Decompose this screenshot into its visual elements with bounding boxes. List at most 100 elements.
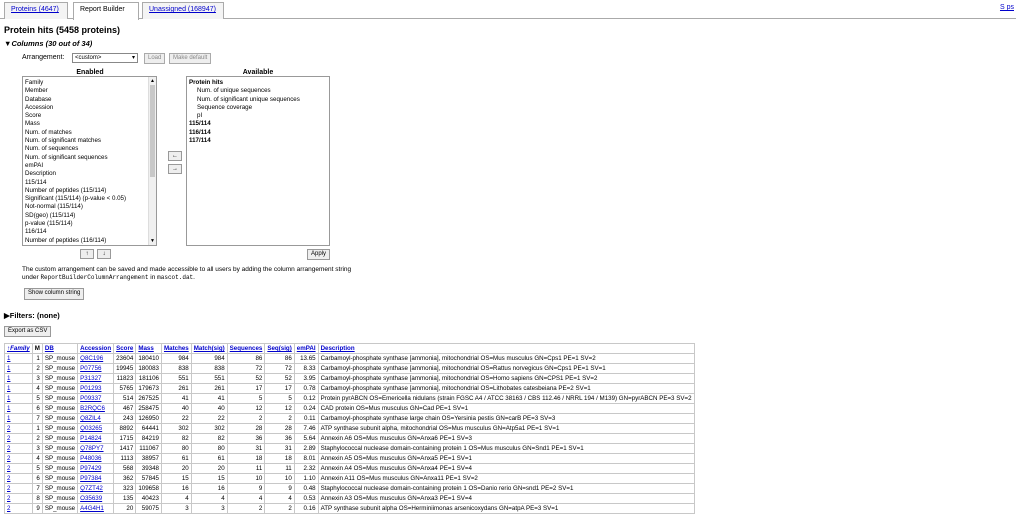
list-item[interactable]: Num. of sequences: [25, 145, 154, 153]
scroll-up-icon[interactable]: ▲: [149, 77, 156, 85]
enabled-columns-list[interactable]: Family Member Database Accession Score Mass Nu…: [22, 76, 157, 246]
cell-accession[interactable]: P09337: [77, 393, 115, 404]
list-item[interactable]: Number of peptides (116/114): [25, 237, 154, 245]
cell-accession[interactable]: Q8ZIL4: [77, 413, 115, 424]
col-header-matches[interactable]: Matches: [160, 343, 192, 354]
tab-unassigned[interactable]: Unassigned (168947): [142, 2, 224, 19]
accession-link[interactable]: P31327: [80, 375, 101, 382]
list-item[interactable]: Number of peptides (115/114): [25, 187, 154, 195]
cell-accession[interactable]: P97384: [77, 473, 115, 484]
list-item[interactable]: Sequence coverage: [189, 104, 327, 112]
cell-family[interactable]: 2: [4, 503, 33, 514]
tab-report-builder[interactable]: Report Builder: [73, 2, 139, 20]
accession-link[interactable]: O35639: [80, 495, 102, 502]
accession-link[interactable]: P14824: [80, 435, 101, 442]
sort-link-db[interactable]: DB: [45, 345, 54, 352]
list-item[interactable]: emPAI: [25, 162, 154, 170]
list-item[interactable]: Database: [25, 96, 154, 104]
cell-accession[interactable]: Q7ZT42: [77, 483, 115, 494]
list-item[interactable]: Protein hits: [189, 79, 327, 87]
family-link[interactable]: 2: [7, 495, 10, 502]
list-item[interactable]: Significant (115/114) (p-value < 0.05): [25, 195, 154, 203]
export-csv-button[interactable]: Export as CSV: [4, 326, 52, 337]
list-item[interactable]: 115/114: [25, 179, 154, 187]
col-header-seq-sig[interactable]: Seq(sig): [264, 343, 295, 354]
enabled-list-scrollbar[interactable]: ▲ ▼: [148, 77, 156, 245]
move-down-button[interactable]: ↓: [97, 249, 111, 259]
filters-toggle[interactable]: ▶Filters: (none): [4, 311, 60, 320]
cell-family[interactable]: 1: [4, 383, 33, 394]
col-header-description[interactable]: Description: [317, 343, 695, 354]
family-link[interactable]: 1: [7, 385, 10, 392]
tab-right-link[interactable]: S ps: [1000, 4, 1014, 11]
family-link[interactable]: 1: [7, 405, 10, 412]
family-link[interactable]: 2: [7, 485, 10, 492]
family-link[interactable]: 2: [7, 435, 10, 442]
col-header-score[interactable]: Score: [113, 343, 137, 354]
move-up-button[interactable]: ↑: [80, 249, 94, 259]
cell-family[interactable]: 1: [4, 403, 33, 414]
available-columns-list[interactable]: Protein hits Num. of unique sequences Num.…: [186, 76, 330, 246]
tab-proteins-link[interactable]: Proteins (4647): [11, 6, 59, 13]
col-header-sequences[interactable]: Sequences: [226, 343, 266, 354]
list-item[interactable]: p-value (115/114): [25, 220, 154, 228]
list-item[interactable]: Num. of significant matches: [25, 137, 154, 145]
cell-family[interactable]: 2: [4, 493, 33, 504]
family-link[interactable]: 2: [7, 505, 10, 512]
col-header-db[interactable]: DB: [41, 343, 79, 354]
list-item[interactable]: 117/114: [189, 137, 327, 145]
cell-family[interactable]: 1: [4, 363, 33, 374]
list-item[interactable]: Score: [25, 112, 154, 120]
accession-link[interactable]: Q78PY7: [80, 445, 103, 452]
cell-accession[interactable]: P97429: [77, 463, 115, 474]
apply-button[interactable]: Apply: [307, 249, 331, 260]
col-header-match-sig[interactable]: Match(sig): [190, 343, 228, 354]
cell-accession[interactable]: Q03265: [77, 423, 115, 434]
make-default-button[interactable]: Make default: [169, 53, 212, 64]
cell-family[interactable]: 2: [4, 443, 33, 454]
cell-accession[interactable]: P31327: [77, 373, 115, 384]
cell-accession[interactable]: P07756: [77, 363, 115, 374]
family-link[interactable]: 2: [7, 425, 10, 432]
list-item[interactable]: 115/114: [189, 120, 327, 128]
cell-accession[interactable]: B2RQC6: [77, 403, 115, 414]
cell-family[interactable]: 2: [4, 463, 33, 474]
cell-accession[interactable]: O35639: [77, 493, 115, 504]
accession-link[interactable]: P07756: [80, 365, 101, 372]
cell-family[interactable]: 1: [4, 353, 33, 364]
cell-family[interactable]: 2: [4, 453, 33, 464]
cell-family[interactable]: 1: [4, 373, 33, 384]
accession-link[interactable]: P97384: [80, 475, 101, 482]
arrangement-select[interactable]: <custom> ▾: [72, 53, 138, 63]
cell-family[interactable]: 2: [4, 483, 33, 494]
accession-link[interactable]: B2RQC6: [80, 405, 105, 412]
sort-link-score[interactable]: Score: [116, 345, 133, 352]
list-item[interactable]: Family: [25, 79, 154, 87]
scroll-down-icon[interactable]: ▼: [149, 237, 156, 245]
cell-accession[interactable]: Q78PY7: [77, 443, 115, 454]
sort-link-matches[interactable]: Matches: [164, 345, 189, 352]
cell-accession[interactable]: A4G4H1: [77, 503, 115, 514]
columns-section-toggle[interactable]: ▼Columns (30 out of 34): [4, 39, 92, 48]
accession-link[interactable]: A4G4H1: [80, 505, 104, 512]
list-item[interactable]: Member: [25, 87, 154, 95]
family-link[interactable]: 2: [7, 445, 10, 452]
accession-link[interactable]: Q8ZIL4: [80, 415, 101, 422]
show-column-string-button[interactable]: Show column string: [24, 288, 85, 300]
list-item[interactable]: Num. of unique sequences: [189, 87, 327, 95]
accession-link[interactable]: P97429: [80, 465, 101, 472]
list-item[interactable]: Num. of significant sequences: [25, 154, 154, 162]
move-right-button[interactable]: →: [168, 164, 182, 174]
accession-link[interactable]: Q8C196: [80, 355, 103, 362]
family-link[interactable]: 1: [7, 415, 10, 422]
accession-link[interactable]: P48036: [80, 455, 101, 462]
cell-accession[interactable]: Q8C196: [77, 353, 115, 364]
sort-link-accession[interactable]: Accession: [80, 345, 111, 352]
accession-link[interactable]: Q7ZT42: [80, 485, 103, 492]
family-link[interactable]: 2: [7, 465, 10, 472]
accession-link[interactable]: P09337: [80, 395, 101, 402]
family-link[interactable]: 2: [7, 455, 10, 462]
sort-link-family[interactable]: ↑Family: [7, 345, 30, 352]
list-item[interactable]: Num. of matches: [25, 129, 154, 137]
family-link[interactable]: 1: [7, 375, 10, 382]
